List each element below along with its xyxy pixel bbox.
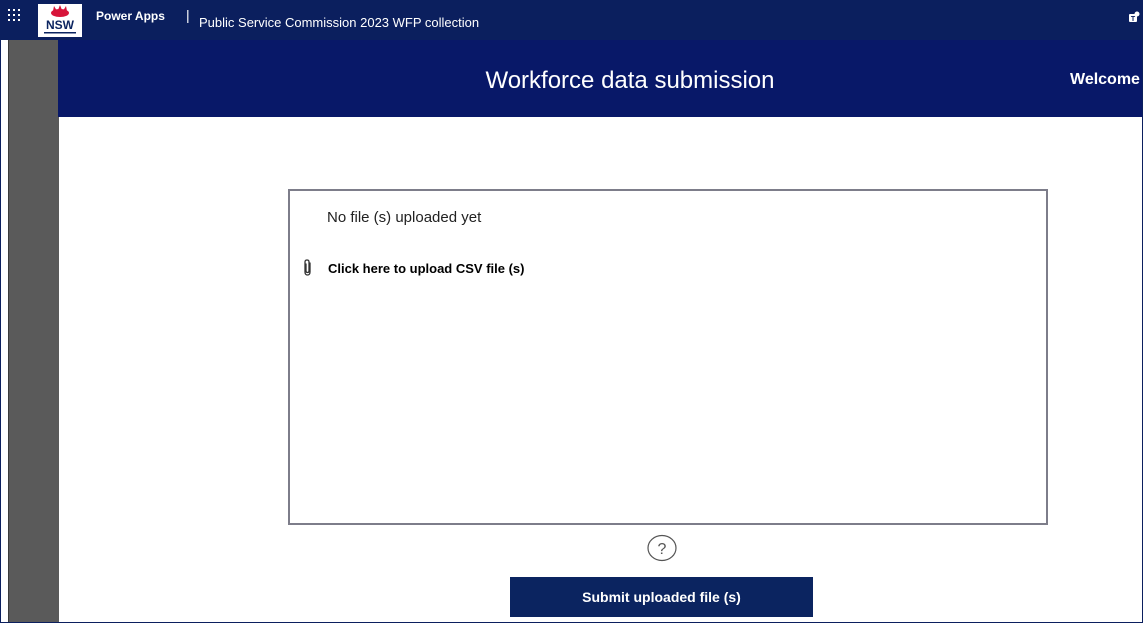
- upload-status-text: No file (s) uploaded yet: [327, 209, 482, 226]
- upload-csv-link[interactable]: Click here to upload CSV file (s): [301, 257, 524, 279]
- svg-text:T: T: [1131, 16, 1136, 23]
- teams-user-icon[interactable]: T: [1128, 10, 1142, 24]
- question-circle-icon[interactable]: ?: [646, 534, 678, 562]
- page-header-banner: Workforce data submission Welcome ,: [58, 40, 1142, 117]
- submit-uploaded-files-button[interactable]: Submit uploaded file (s): [510, 577, 813, 617]
- page-title: Workforce data submission: [485, 67, 775, 94]
- logo-text: NSW: [46, 18, 75, 32]
- left-side-rail: [8, 40, 59, 622]
- app-window: NSW Power Apps | Public Service Commissi…: [0, 0, 1143, 623]
- upload-link-label: Click here to upload CSV file (s): [328, 260, 525, 276]
- svg-text:?: ?: [658, 541, 667, 558]
- app-name-label[interactable]: Power Apps: [96, 9, 165, 23]
- waffle-grid-icon[interactable]: [7, 8, 21, 22]
- header-separator: |: [186, 7, 190, 23]
- power-apps-header-bar: NSW Power Apps | Public Service Commissi…: [1, 1, 1142, 40]
- app-title: Public Service Commission 2023 WFP colle…: [199, 15, 480, 30]
- file-upload-area[interactable]: No file (s) uploaded yet Click here to u…: [288, 189, 1048, 525]
- welcome-text: Welcome ,: [1070, 71, 1143, 88]
- nsw-government-logo: NSW: [38, 4, 82, 37]
- paperclip-icon: [304, 259, 311, 276]
